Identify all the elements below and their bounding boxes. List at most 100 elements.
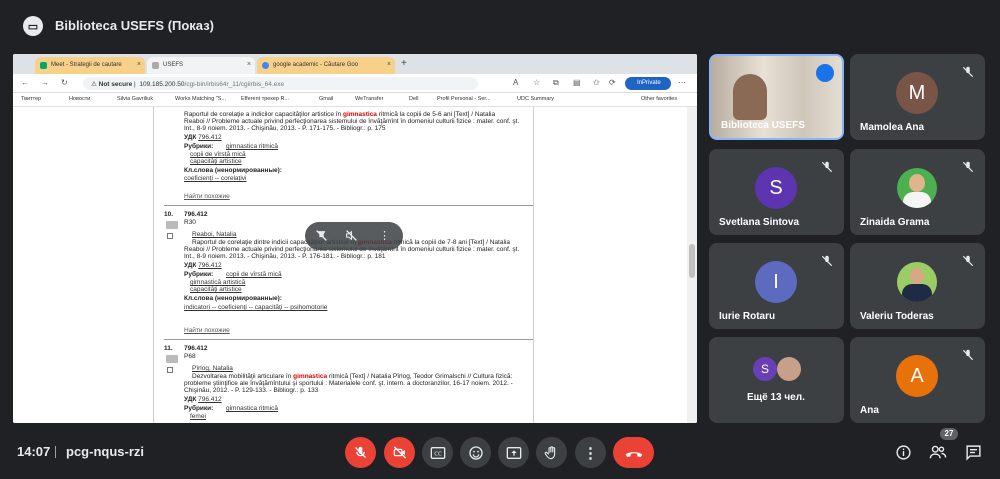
close-tab-icon[interactable]: × [247,61,251,68]
sync-icon[interactable]: ⟳ [609,78,616,87]
page-viewport: Raportul de corelaţie a indicilor capaci… [13,107,697,423]
participant-name: Valeriu Toderas [860,311,934,322]
rubrics-label: Рубрики: [184,271,214,278]
new-tab-icon[interactable]: + [401,58,407,69]
captions-button[interactable]: CC [422,437,453,468]
participant-tile[interactable]: Zinaida Grama [850,149,985,235]
rubric-link[interactable]: capacităţi artistice [190,158,242,166]
keywords-label: Кл.слова (ненормированные): [184,167,282,174]
record-udc: 796.412 [184,345,208,352]
scrollbar-thumb[interactable] [689,244,695,278]
bookmark-item[interactable]: Новости [69,96,90,102]
present-button[interactable] [498,437,529,468]
participant-tile[interactable]: Valeriu Toderas [850,243,985,329]
mic-off-icon [821,161,833,173]
camera-toggle-button[interactable] [384,437,415,468]
udc-link[interactable]: 796.412 [198,134,222,141]
raise-hand-button[interactable] [536,437,567,468]
hand-icon [544,445,556,459]
chat-button[interactable] [964,443,982,461]
collections-icon[interactable]: ▤ [573,78,581,87]
select-checkbox[interactable] [167,367,173,373]
udc-link[interactable]: 796.412 [198,262,222,269]
rubric-link[interactable]: gimnastica ritmică [226,405,278,413]
bookmark-item[interactable]: UDC Summary [517,96,554,102]
bookmarks-bar: Твиттер Новости Silvia Gavriliuk Works M… [13,93,697,107]
more-options-button[interactable]: ⋮ [575,437,606,468]
refresh-icon[interactable]: ↻ [61,78,68,87]
participant-tile[interactable]: A Ana [850,337,985,423]
more-options-icon[interactable]: ⋮ [379,229,390,242]
extensions-icon[interactable]: ⧉ [553,78,559,88]
bookmark-item[interactable]: Other favorites [641,96,677,102]
rubric-link[interactable]: capacităţi artistice [190,286,242,294]
close-tab-icon[interactable]: × [137,61,141,68]
rubric-link[interactable]: femei [190,413,206,421]
record-text: Chişinău, 2012. - P. 129-133. - Bibliogr… [184,387,319,394]
catalog-document: Raportul de corelaţie a indicilor capaci… [153,107,534,423]
read-aloud-icon[interactable]: A [513,78,518,87]
bookmark-item[interactable]: Silvia Gavriliuk [117,96,153,102]
browser-tab-google[interactable]: google academic - Căutare Goo × [257,57,395,74]
participant-tile[interactable]: I Iurie Rotaru [709,243,844,329]
participant-tile[interactable]: Biblioteca USEFS [709,54,844,140]
avatar-photo [897,168,937,208]
favorite-star-icon[interactable]: ☆ [533,78,540,87]
find-similar-link[interactable]: Найти похожие [184,327,230,335]
avatar-photo [777,357,801,381]
meeting-info-button[interactable] [894,443,912,461]
mic-toggle-button[interactable] [345,437,376,468]
printer-icon[interactable] [166,355,178,363]
address-bar: ← → ↻ ⚠ Not secure | 109.185.200.50/cgi-… [13,74,697,93]
pin-off-icon[interactable] [315,229,328,245]
select-checkbox[interactable] [167,233,173,239]
participant-name: Mamolea Ana [860,122,925,133]
favorites-icon[interactable]: ✩ [593,78,600,87]
participant-name: Iurie Rotaru [719,311,776,322]
inprivate-label: InPrivate [637,80,661,86]
bookmark-item[interactable]: Gmail [319,96,333,102]
bookmark-item[interactable]: Efferent трекер R... [241,96,289,102]
mic-off-icon [962,255,974,267]
people-button[interactable] [929,443,947,461]
mute-presentation-icon[interactable] [345,229,358,245]
keywords-links[interactable]: indicatori -- coeficienţi -- capacităţi … [184,304,327,312]
bookmark-item[interactable]: Твиттер [21,96,41,102]
url-host: 109.185.200.50 [139,81,185,88]
menu-dots-icon[interactable]: ⋯ [678,78,686,87]
bookmark-item[interactable]: Dell [409,96,418,102]
participant-name: Biblioteca USEFS [721,120,805,131]
find-similar-link[interactable]: Найти похожие [184,193,230,201]
bookmark-item[interactable]: Works Matching "S... [175,96,226,102]
back-icon[interactable]: ← [21,78,29,87]
meeting-code: pcg-nqus-rzi [66,444,144,459]
forward-icon[interactable]: → [41,78,49,87]
close-tab-icon[interactable]: × [387,61,391,68]
participant-tile[interactable]: S Svetlana Sintova [709,149,844,235]
browser-tab-meet[interactable]: Meet - Strategii de cautare × [35,57,145,74]
author-link[interactable]: Reaboi, Natalia [192,231,236,239]
not-secure-label: Not secure [98,81,133,88]
url-field[interactable]: ⚠ Not secure | 109.185.200.50/cgi-bin/ir… [83,77,478,90]
google-favicon-icon [262,62,269,69]
author-link[interactable]: Pîrlog, Natalia [192,365,233,373]
inprivate-badge[interactable]: InPrivate [625,77,671,90]
bookmark-item[interactable]: WeTransfer [355,96,383,102]
participant-name: Ana [860,405,879,416]
browser-tab-usefs[interactable]: USEFS × [147,57,255,74]
printer-icon[interactable] [166,221,178,229]
keywords-links[interactable]: coeficienţi -- corelaţivi [184,175,247,183]
rubric-link[interactable]: copii de vîrstă mică [226,271,282,279]
avatar: S [753,357,777,381]
presentation-icon: ▭ [23,16,43,36]
udc-link[interactable]: 796.412 [198,396,222,403]
bookmark-item[interactable]: Profil Personal - Ser... [437,96,491,102]
udc-line: УДК 796.412 [184,396,222,403]
more-participants-label: Ещё 13 чел. [747,392,805,403]
more-participants-tile[interactable]: S Ещё 13 чел. [709,337,844,423]
page-favicon-icon [152,62,159,69]
rubric-link[interactable]: gimnastica ritmică [226,143,278,151]
participant-tile[interactable]: M Mamolea Ana [850,54,985,140]
leave-call-button[interactable] [613,437,654,468]
reactions-button[interactable] [460,437,491,468]
